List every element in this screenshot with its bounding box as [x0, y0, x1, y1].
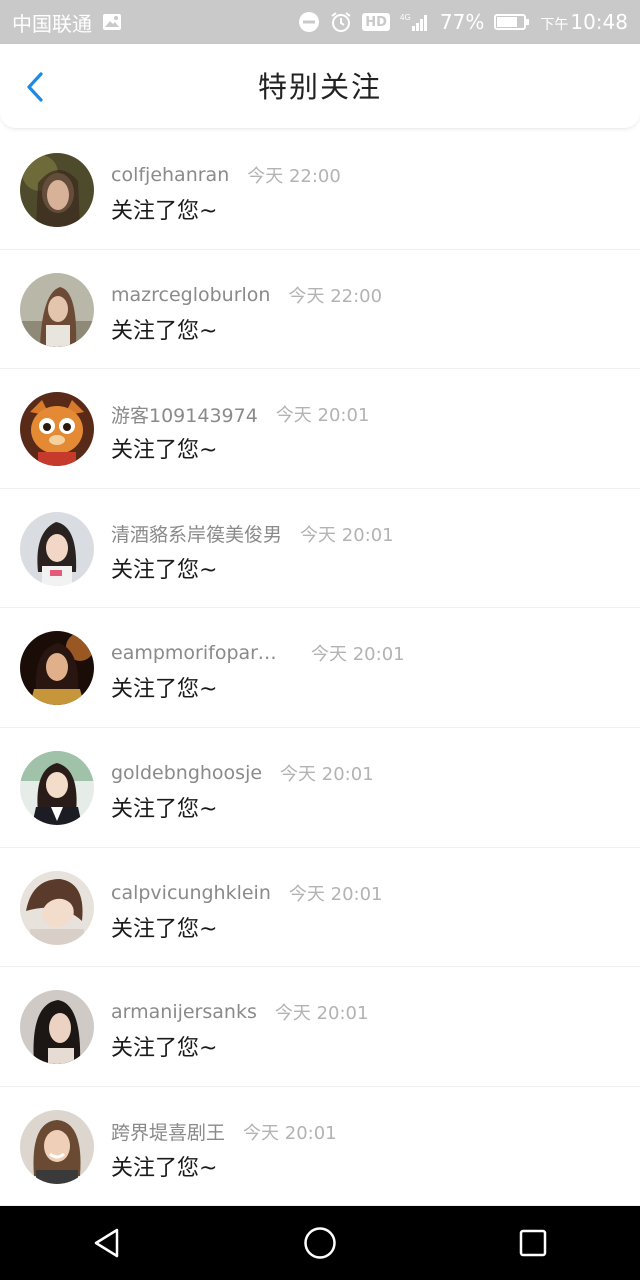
timestamp: 今天 20:01	[274, 1003, 369, 1025]
list-item[interactable]: 跨界堤喜剧王 今天 20:01 关注了您~	[0, 1087, 640, 1206]
triangle-back-icon	[94, 1228, 118, 1258]
nav-back-button[interactable]	[67, 1206, 147, 1280]
username[interactable]: mazrcegloburlon	[111, 284, 270, 306]
avatar[interactable]	[20, 750, 94, 825]
alarm-icon	[330, 11, 352, 33]
list-item[interactable]: 游客109143974 今天 20:01 关注了您~	[0, 369, 640, 489]
username[interactable]: 清酒貉系岸篌美俊男	[111, 520, 282, 547]
username[interactable]: eampmorifoparm...	[111, 642, 293, 664]
list-item[interactable]: colfjehanran 今天 22:00 关注了您~	[0, 130, 640, 250]
list-item[interactable]: mazrcegloburlon 今天 22:00 关注了您~	[0, 250, 640, 370]
username[interactable]: goldebnghoosje	[111, 762, 262, 784]
signal-icon: 4G	[400, 12, 430, 32]
list-item[interactable]: 清酒貉系岸篌美俊男 今天 20:01 关注了您~	[0, 489, 640, 609]
username[interactable]: armanijersanks	[111, 1001, 257, 1023]
list-item[interactable]: eampmorifoparm... 今天 20:01 关注了您~	[0, 608, 640, 728]
message-text: 关注了您~	[111, 1155, 218, 1181]
list-item[interactable]: goldebnghoosje 今天 20:01 关注了您~	[0, 728, 640, 848]
message-text: 关注了您~	[111, 199, 218, 224]
username[interactable]: calpvicunghklein	[111, 882, 271, 904]
navigation-bar	[0, 1206, 640, 1280]
timestamp: 今天 22:00	[247, 166, 341, 187]
image-notification-icon	[102, 13, 122, 31]
battery-percent: 77%	[439, 10, 485, 34]
clock: 下午 10:48	[540, 10, 628, 34]
timestamp: 今天 20:01	[243, 1122, 337, 1144]
message-text: 关注了您~	[111, 677, 218, 703]
avatar[interactable]	[20, 990, 94, 1065]
username[interactable]: 游客109143974	[111, 401, 258, 428]
nav-home-button[interactable]	[280, 1206, 360, 1280]
notification-list: colfjehanran 今天 22:00 关注了您~ mazrceglobur…	[0, 130, 640, 1206]
nav-recents-button[interactable]	[493, 1206, 573, 1280]
list-item[interactable]: calpvicunghklein 今天 20:01 关注了您~	[0, 848, 640, 968]
hd-icon: HD	[362, 13, 390, 31]
message-text: 关注了您~	[111, 1036, 218, 1062]
page-title: 特别关注	[257, 70, 382, 104]
message-text: 关注了您~	[111, 318, 218, 344]
avatar[interactable]	[20, 1109, 94, 1184]
username[interactable]: 跨界堤喜剧王	[111, 1118, 225, 1145]
list-item[interactable]: armanijersanks 今天 20:01 关注了您~	[0, 967, 640, 1087]
message-text: 关注了您~	[111, 916, 218, 942]
avatar[interactable]	[20, 153, 94, 227]
avatar[interactable]	[20, 511, 94, 586]
timestamp: 今天 22:00	[288, 285, 383, 307]
message-text: 关注了您~	[111, 557, 218, 583]
timestamp: 今天 20:01	[311, 644, 405, 666]
avatar[interactable]	[20, 631, 94, 706]
carrier-label: 中国联通	[12, 11, 92, 36]
network-type-label: 4G	[400, 13, 411, 22]
battery-icon	[494, 13, 530, 31]
avatar[interactable]	[20, 870, 94, 945]
header-bar: 特别关注	[0, 44, 640, 129]
avatar[interactable]	[20, 392, 94, 467]
circle-home-icon	[304, 1227, 336, 1259]
timestamp: 今天 20:01	[280, 763, 374, 785]
avatar[interactable]	[20, 272, 94, 347]
timestamp: 今天 20:01	[275, 405, 370, 427]
timestamp: 今天 20:01	[288, 883, 383, 905]
message-text: 关注了您~	[111, 796, 218, 822]
timestamp: 今天 20:01	[300, 524, 394, 546]
message-text: 关注了您~	[111, 438, 218, 464]
status-bar: 中国联通 HD 4G 77% 下午 10:48	[0, 0, 640, 44]
username[interactable]: colfjehanran	[111, 164, 229, 186]
square-recents-icon	[520, 1229, 547, 1257]
do-not-disturb-icon	[298, 11, 320, 33]
